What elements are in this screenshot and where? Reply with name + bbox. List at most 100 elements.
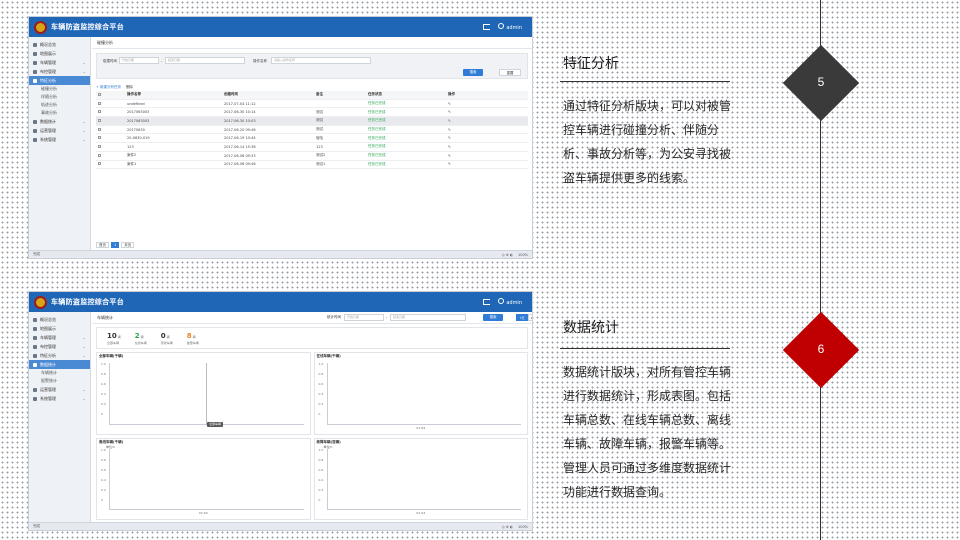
table-row[interactable]: 20-0630-019 2017-06-19 10:44 哈哈 任务已完成 ✎ bbox=[96, 134, 528, 144]
range-tab[interactable]: 7天 bbox=[516, 314, 528, 321]
end-date-input[interactable]: 结束日期 bbox=[390, 314, 466, 321]
checkbox[interactable] bbox=[98, 127, 101, 131]
created-time: 2017-06-08 09:33 bbox=[224, 153, 256, 158]
pager-button[interactable]: 首页 bbox=[96, 242, 109, 248]
checkbox[interactable] bbox=[98, 110, 101, 114]
row-checkbox-cell[interactable] bbox=[96, 144, 103, 149]
edit-icon[interactable]: ✎ bbox=[448, 136, 488, 140]
start-date-input[interactable]: 开始日期 bbox=[119, 57, 159, 64]
table-row[interactable]: 2017063003 2017-06-30 10:03 测试 任务已完成 ✎ bbox=[96, 117, 528, 126]
section-body-feature-analysis: 通过特征分析版块，可以对被管控车辆进行碰撞分析、伴随分析、事故分析等，为公安寻找… bbox=[563, 99, 732, 185]
sidebar-item[interactable]: 概况总览 bbox=[29, 40, 90, 49]
sidebar-item[interactable]: 系统管理 ⌄ bbox=[29, 394, 90, 403]
user-menu[interactable]: admin bbox=[498, 298, 522, 306]
edit-icon[interactable]: ✎ bbox=[448, 154, 488, 158]
note: 哈哈 bbox=[316, 135, 323, 140]
feature-analysis-screenshot: 车辆防盗监控综合平台 admin 概况总览 地图展示 车辆管理 ⌄ 布控管理 ⌄ 特征分析 ⌃… bbox=[28, 16, 533, 259]
status-text: 完成 bbox=[33, 252, 40, 256]
table-row[interactable]: 案件2 2017-06-08 09:33 测试2 任务已完成 ✎ bbox=[96, 152, 528, 161]
table-row[interactable]: 123 2017-06-14 15:36 123 任务已完成 ✎ bbox=[96, 143, 528, 152]
edit-icon[interactable]: ✎ bbox=[448, 145, 488, 149]
table-row[interactable]: 20170630 2017-06-20 09:46 测试 任务已完成 ✎ bbox=[96, 126, 528, 135]
search-button[interactable]: 搜索 bbox=[463, 69, 483, 76]
sidebar-item[interactable]: 车辆管理 ⌄ bbox=[29, 333, 90, 342]
sidebar-item[interactable]: 运营管理 ⌄ bbox=[29, 385, 90, 394]
sidebar-item[interactable]: 特征分析 ⌃ bbox=[29, 76, 90, 85]
checkbox[interactable] bbox=[98, 101, 101, 105]
created-time: 2017-07-04 11:12 bbox=[224, 101, 256, 106]
checkbox[interactable] bbox=[98, 92, 101, 96]
row-checkbox-cell[interactable] bbox=[96, 110, 103, 114]
header-checkbox[interactable] bbox=[96, 92, 103, 97]
sidebar-item[interactable]: 数据统计 ⌄ bbox=[29, 117, 90, 126]
table-row[interactable]: 2017063003 2017-06-30 10:14 测试 任务已完成 ✎ bbox=[96, 108, 528, 118]
sidebar-item[interactable]: 地图展示 bbox=[29, 324, 90, 333]
sidebar-item[interactable]: 报警统计 bbox=[29, 377, 90, 385]
y-tick-label: 0.4 bbox=[101, 477, 106, 482]
edit-icon[interactable]: ✎ bbox=[448, 102, 488, 106]
sidebar-item[interactable]: 事故分析 bbox=[29, 109, 90, 117]
note: 测试2 bbox=[316, 153, 326, 158]
pager-button[interactable]: 1 bbox=[111, 242, 120, 248]
start-date-input[interactable]: 开始日期 bbox=[344, 314, 384, 321]
user-menu[interactable]: admin bbox=[498, 23, 522, 31]
sidebar-item-label: 地图展示 bbox=[40, 325, 56, 331]
stat-number: 8 bbox=[186, 331, 192, 340]
sidebar-item[interactable]: 运营管理 ⌄ bbox=[29, 126, 90, 135]
task-name: 2017063003 bbox=[127, 110, 150, 115]
menu-icon bbox=[33, 353, 37, 358]
delete-button[interactable]: 删除 bbox=[126, 85, 133, 90]
edit-icon[interactable]: ✎ bbox=[448, 128, 488, 132]
zoom-level[interactable]: 100% bbox=[518, 253, 528, 257]
search-button[interactable]: 搜索 bbox=[483, 314, 503, 321]
row-checkbox-cell[interactable] bbox=[96, 127, 103, 132]
sidebar-item[interactable]: 轨迹分析 bbox=[29, 101, 90, 109]
sidebar-item-label: 系统管理 bbox=[40, 395, 56, 401]
sidebar-item-label: 概况总览 bbox=[40, 41, 56, 47]
add-task-button[interactable]: + 新建分析任务 bbox=[96, 85, 121, 90]
end-date-input[interactable]: 结束日期 bbox=[165, 57, 245, 64]
checkbox[interactable] bbox=[98, 136, 101, 140]
sidebar-item[interactable]: 地图展示 bbox=[29, 49, 90, 58]
checkbox[interactable] bbox=[98, 153, 101, 157]
sidebar-item[interactable]: 伴随分析 bbox=[29, 93, 90, 101]
task-name: 案件1 bbox=[127, 161, 137, 166]
sidebar-item[interactable]: 数据统计 ⌃ bbox=[29, 360, 90, 369]
row-checkbox-cell[interactable] bbox=[96, 136, 103, 140]
range-tab[interactable]: 14天 bbox=[528, 314, 532, 321]
table-row[interactable]: 案件1 2017-06-08 09:46 测试1 任务已完成 ✎ bbox=[96, 161, 528, 170]
task-status: 任务已完成 bbox=[368, 109, 386, 114]
sidebar-item[interactable]: 特征分析 ⌄ bbox=[29, 351, 90, 360]
sidebar-item[interactable]: 车辆统计 bbox=[29, 369, 90, 377]
table-row[interactable]: undefined 2017-07-04 11:12 任务已完成 ✎ bbox=[96, 100, 528, 109]
sidebar-item-label: 运营管理 bbox=[40, 386, 56, 392]
row-checkbox-cell[interactable] bbox=[96, 162, 103, 166]
sidebar-item[interactable]: 碰撞分析 bbox=[29, 85, 90, 93]
logout-icon[interactable] bbox=[483, 299, 491, 305]
zoom-level[interactable]: 100% bbox=[518, 525, 528, 529]
menu-icon bbox=[33, 119, 37, 124]
row-checkbox-cell[interactable] bbox=[96, 153, 103, 158]
edit-icon[interactable]: ✎ bbox=[448, 119, 488, 123]
task-status: 任务已完成 bbox=[368, 161, 386, 166]
checkbox[interactable] bbox=[98, 144, 101, 148]
sidebar-item[interactable]: 概况总览 bbox=[29, 315, 90, 324]
y-tick-label: 0.6 bbox=[101, 382, 106, 386]
pager-button[interactable]: 末页 bbox=[121, 242, 135, 248]
edit-icon[interactable]: ✎ bbox=[448, 110, 488, 114]
x-tick-label: 07-04 bbox=[198, 511, 208, 515]
sidebar-item-label: 数据统计 bbox=[40, 118, 56, 124]
sidebar-item[interactable]: 布控管理 ⌄ bbox=[29, 342, 90, 351]
edit-icon[interactable]: ✎ bbox=[448, 162, 488, 166]
sidebar-item[interactable]: 布控管理 ⌄ bbox=[29, 67, 90, 76]
sidebar-item[interactable]: 车辆管理 ⌄ bbox=[29, 58, 90, 67]
reset-button[interactable]: 重置 bbox=[499, 69, 521, 76]
sidebar-item[interactable]: 系统管理 ⌄ bbox=[29, 135, 90, 144]
checkbox[interactable] bbox=[98, 162, 101, 166]
checkbox[interactable] bbox=[98, 118, 101, 122]
row-checkbox-cell[interactable] bbox=[96, 118, 103, 123]
name-input[interactable]: 请输入操作名称 bbox=[271, 57, 371, 64]
row-checkbox-cell[interactable] bbox=[96, 101, 103, 106]
logout-icon[interactable] bbox=[483, 24, 491, 30]
stat-number: 10 bbox=[107, 331, 117, 340]
